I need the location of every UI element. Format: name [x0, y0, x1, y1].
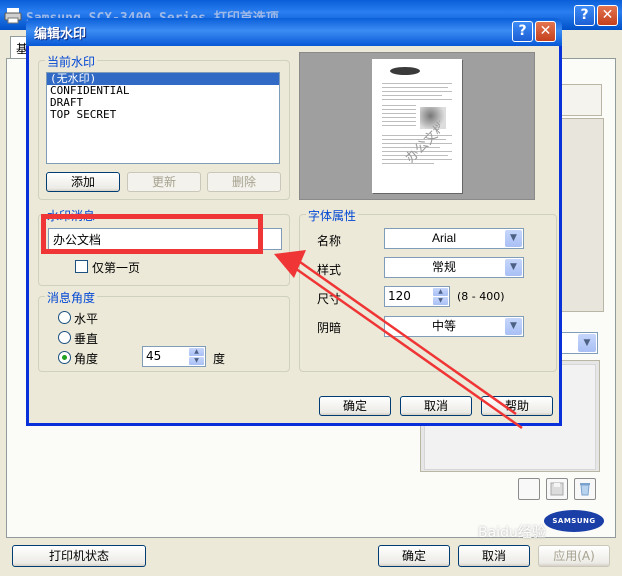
- font-name-select[interactable]: Arial ▼: [384, 228, 524, 249]
- first-page-only-checkbox[interactable]: [75, 260, 88, 273]
- first-page-only-label: 仅第一页: [92, 261, 141, 275]
- new-page-icon[interactable]: [518, 478, 540, 500]
- help-button[interactable]: 帮助: [481, 396, 553, 416]
- message-angle-legend: 消息角度: [45, 289, 98, 306]
- background-right-button[interactable]: [560, 84, 602, 116]
- printer-icon: [4, 8, 22, 24]
- shade-select[interactable]: 中等 ▼: [384, 316, 524, 337]
- current-watermark-legend: 当前水印: [45, 53, 98, 70]
- font-name-value: Arial: [431, 231, 456, 245]
- cancel-button-main[interactable]: 取消: [458, 545, 530, 567]
- ok-button[interactable]: 确定: [319, 396, 391, 416]
- watermark-message-legend: 水印消息: [45, 207, 98, 224]
- font-size-label: 尺寸: [317, 292, 342, 306]
- vertical-radio[interactable]: [58, 331, 71, 344]
- shade-label: 阴暗: [317, 321, 342, 335]
- stepper-up-icon[interactable]: ▲: [433, 288, 448, 296]
- stepper-up-icon[interactable]: ▲: [189, 348, 204, 356]
- font-style-select[interactable]: 常规 ▼: [384, 257, 524, 278]
- watermark-message-group: 水印消息: [38, 207, 290, 286]
- watermark-preview: 办公文档: [299, 52, 535, 200]
- close-icon[interactable]: ✕: [535, 21, 556, 42]
- font-size-value: 120: [388, 289, 411, 303]
- angle-stepper[interactable]: 45 ▲ ▼: [142, 346, 206, 367]
- preview-watermark-mark: 办公文档: [403, 119, 440, 163]
- background-dropdown[interactable]: ▼: [556, 332, 598, 354]
- update-button[interactable]: 更新: [127, 172, 201, 192]
- background-close-icon[interactable]: ✕: [597, 5, 618, 26]
- font-name-label: 名称: [317, 234, 342, 248]
- font-size-stepper[interactable]: 120 ▲ ▼: [384, 286, 450, 307]
- vertical-label: 垂直: [74, 332, 99, 346]
- chevron-down-icon: ▼: [578, 334, 596, 352]
- list-item[interactable]: TOP SECRET: [47, 109, 279, 121]
- shade-value: 中等: [431, 319, 456, 333]
- preview-logo-icon: [390, 67, 420, 75]
- preview-page: 办公文档: [372, 59, 462, 193]
- help-icon[interactable]: ?: [512, 21, 533, 42]
- stepper-down-icon[interactable]: ▼: [433, 297, 448, 305]
- apply-button[interactable]: 应用(A): [538, 545, 610, 567]
- preview-watermark-text: 办公文档: [403, 119, 440, 163]
- ok-button-main[interactable]: 确定: [378, 545, 450, 567]
- chevron-down-icon: ▼: [505, 259, 522, 276]
- site-watermark: Baidu经验: [478, 525, 546, 541]
- angle-radio[interactable]: [58, 351, 71, 364]
- font-style-value: 常规: [431, 260, 456, 274]
- recycle-bin-icon[interactable]: [574, 478, 596, 500]
- delete-button[interactable]: 删除: [207, 172, 281, 192]
- chevron-down-icon: ▼: [505, 318, 522, 335]
- angle-label: 角度: [74, 352, 99, 366]
- degree-unit-label: 度: [213, 352, 226, 366]
- angle-value: 45: [146, 349, 162, 363]
- horizontal-label: 水平: [74, 312, 99, 326]
- cancel-button[interactable]: 取消: [400, 396, 472, 416]
- font-style-label: 样式: [317, 263, 342, 277]
- watermark-list[interactable]: (无水印) CONFIDENTIAL DRAFT TOP SECRET: [46, 72, 280, 164]
- background-help-icon[interactable]: ?: [574, 5, 595, 26]
- font-attributes-legend: 字体属性: [306, 207, 359, 224]
- horizontal-radio[interactable]: [58, 311, 71, 324]
- dialog-title: 编辑水印: [34, 27, 87, 42]
- watermark-message-input[interactable]: 办公文档: [48, 228, 282, 250]
- chevron-down-icon: ▼: [505, 230, 522, 247]
- font-size-range: (8 - 400): [457, 290, 505, 303]
- printer-status-button[interactable]: 打印机状态: [12, 545, 146, 567]
- add-button[interactable]: 添加: [46, 172, 120, 192]
- edit-watermark-dialog: 编辑水印 ? ✕ 当前水印 (无水印) CONFIDENTIAL DRAFT T…: [26, 18, 562, 426]
- samsung-logo: SAMSUNG: [544, 510, 604, 532]
- background-right-panel: [560, 118, 604, 312]
- dialog-title-bar: 编辑水印 ? ✕: [26, 18, 562, 46]
- stepper-down-icon[interactable]: ▼: [189, 357, 204, 365]
- save-icon[interactable]: [546, 478, 568, 500]
